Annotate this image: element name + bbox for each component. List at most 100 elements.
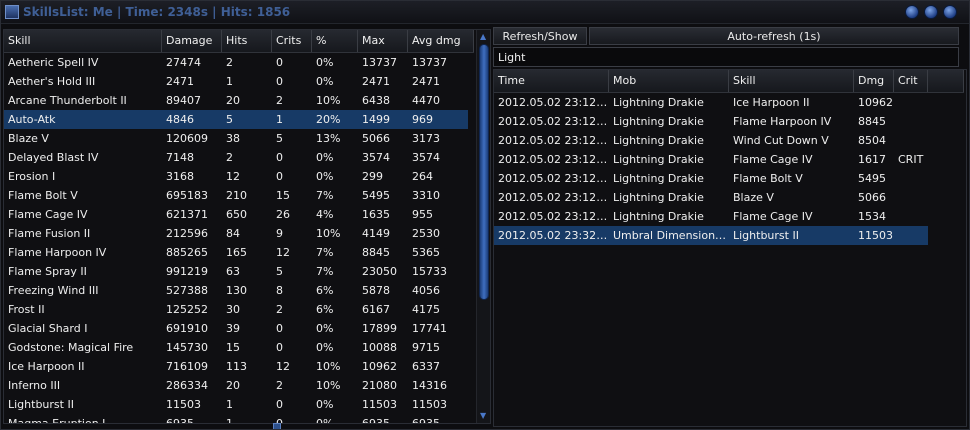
scroll-up-icon[interactable]: ▲: [480, 32, 486, 42]
log-panel: Refresh/Show All Auto-refresh (1s) TimeM…: [493, 27, 967, 427]
scrollbar-thumb[interactable]: [479, 44, 489, 300]
skill-row[interactable]: Flame Harpoon IV 885265 165 12 7% 8845 5365: [4, 243, 468, 262]
log-table-header: Time Mob Skill Dmg Crit: [494, 70, 964, 93]
title-bar[interactable]: SkillsList: Me | Time: 2348s | Hits: 185…: [1, 1, 969, 24]
skill-cell: 10962: [362, 360, 397, 373]
skill-cell: 716109: [166, 360, 208, 373]
log-cell: Blaze V: [733, 191, 774, 204]
skill-row[interactable]: Flame Spray II 991219 63 5 7% 23050 15733: [4, 262, 468, 281]
skill-cell: 0: [276, 398, 283, 411]
skill-row[interactable]: Lightburst II 11503 1 0 0% 11503 11503: [4, 395, 468, 414]
log-header-cell[interactable]: Time: [494, 70, 609, 92]
app-icon: [5, 5, 19, 19]
skills-header-cell[interactable]: Crits: [272, 30, 312, 52]
close-button[interactable]: [943, 5, 957, 19]
skill-cell: 2: [276, 94, 283, 107]
log-row[interactable]: 2012.05.02 23:12:07 Lightning Drakie Ice H…: [494, 93, 928, 112]
skill-row[interactable]: Delayed Blast IV 7148 2 0 0% 3574 3574: [4, 148, 468, 167]
skill-cell: 5878: [362, 284, 390, 297]
skill-cell: 4%: [316, 208, 334, 221]
maximize-button[interactable]: [924, 5, 938, 19]
skill-row[interactable]: Godstone: Magical Fire 145730 15 0 0% 10088 97…: [4, 338, 468, 357]
skill-row[interactable]: Aether's Hold III 2471 1 0 0% 2471 2471: [4, 72, 468, 91]
refresh-show-all-button[interactable]: Refresh/Show All: [493, 27, 587, 61]
skills-header-cell[interactable]: Hits: [222, 30, 272, 52]
skill-cell: 2471: [412, 75, 440, 88]
log-cell: Lightning Drakie: [613, 96, 704, 109]
skills-list-window: SkillsList: Me | Time: 2348s | Hits: 185…: [0, 0, 970, 430]
log-row[interactable]: 2012.05.02 23:12:09 Lightning Drakie Flame…: [494, 112, 928, 131]
log-cell: Flame Cage IV: [733, 153, 813, 166]
scroll-down-icon[interactable]: ▼: [480, 411, 486, 421]
skill-cell: Ice Harpoon II: [8, 360, 85, 373]
skill-row[interactable]: Blaze V 120609 38 5 13% 5066 3173: [4, 129, 468, 148]
log-cell: 2012.05.02 23:32:54: [498, 229, 609, 242]
skill-row[interactable]: Aetheric Spell IV 27474 2 0 0% 13737 13737: [4, 53, 468, 72]
skills-header-cell[interactable]: Damage: [162, 30, 222, 52]
skill-cell: Magma Eruption I: [8, 417, 106, 424]
log-header-cell[interactable]: Dmg: [854, 70, 894, 92]
log-row[interactable]: 2012.05.02 23:12:15 Lightning Drakie Flame…: [494, 169, 928, 188]
skills-header-cell[interactable]: Avg dmg: [408, 30, 474, 52]
resize-grip-icon[interactable]: [273, 423, 281, 429]
minimize-button[interactable]: [905, 5, 919, 19]
skill-cell: 8845: [362, 246, 390, 259]
log-cell: 2012.05.02 23:12:16: [498, 210, 609, 223]
skill-cell: 0%: [316, 341, 334, 354]
skills-header-cell[interactable]: Max: [358, 30, 408, 52]
skill-row[interactable]: Freezing Wind III 527388 130 8 6% 5878 4056: [4, 281, 468, 300]
skill-row[interactable]: Ice Harpoon II 716109 113 12 10% 10962 6337: [4, 357, 468, 376]
log-header-cell[interactable]: Crit: [894, 70, 928, 92]
skill-cell: 0%: [316, 151, 334, 164]
log-row[interactable]: 2012.05.02 23:32:54 Umbral Dimensional Vo…: [494, 226, 928, 245]
skill-cell: Flame Harpoon IV: [8, 246, 107, 259]
skill-cell: 2471: [166, 75, 194, 88]
skill-row[interactable]: Flame Fusion II 212596 84 9 10% 4149 2530: [4, 224, 468, 243]
skill-cell: 650: [226, 208, 247, 221]
skill-cell: 15: [226, 341, 240, 354]
skill-cell: 10%: [316, 94, 341, 107]
log-row[interactable]: 2012.05.02 23:12:16 Lightning Drakie Flame…: [494, 207, 928, 226]
log-header-cell[interactable]: Skill: [729, 70, 854, 92]
skill-cell: Flame Fusion II: [8, 227, 91, 240]
skill-row[interactable]: Flame Bolt V 695183 210 15 7% 5495 3310: [4, 186, 468, 205]
skill-cell: Inferno III: [8, 379, 61, 392]
log-row[interactable]: 2012.05.02 23:12:16 Lightning Drakie Blaze…: [494, 188, 928, 207]
skills-scrollbar[interactable]: ▲ ▼: [476, 30, 490, 423]
log-cell: [894, 226, 928, 245]
log-cell: Lightning Drakie: [613, 134, 704, 147]
log-cell: 2012.05.02 23:12:12: [498, 153, 609, 166]
skill-cell: 1499: [362, 113, 390, 126]
skill-cell: 5066: [362, 132, 390, 145]
skills-header-cell[interactable]: %: [312, 30, 358, 52]
skill-cell: 6438: [362, 94, 390, 107]
skill-cell: 10088: [362, 341, 397, 354]
log-cell: [894, 93, 928, 112]
skills-header-cell[interactable]: Skill: [4, 30, 162, 52]
skill-cell: 11503: [412, 398, 447, 411]
skill-cell: 0%: [316, 398, 334, 411]
skill-row[interactable]: Frost II 125252 30 2 6% 6167 4175: [4, 300, 468, 319]
filter-input[interactable]: [493, 47, 959, 67]
log-row[interactable]: 2012.05.02 23:12:11 Lightning Drakie Wind …: [494, 131, 928, 150]
log-header-cell[interactable]: [928, 70, 964, 92]
log-cell: Wind Cut Down V: [733, 134, 829, 147]
skill-row[interactable]: Flame Cage IV 621371 650 26 4% 1635 955: [4, 205, 468, 224]
skill-row[interactable]: Erosion I 3168 12 0 0% 299 264: [4, 167, 468, 186]
skill-cell: Aether's Hold III: [8, 75, 96, 88]
skill-cell: 21080: [362, 379, 397, 392]
skill-row[interactable]: Inferno III 286334 20 2 10% 21080 14316: [4, 376, 468, 395]
skill-row[interactable]: Arcane Thunderbolt II 89407 20 2 10% 6438 4470: [4, 91, 468, 110]
skill-row[interactable]: Auto-Atk 4846 5 1 20% 1499 969: [4, 110, 468, 129]
skill-cell: 991219: [166, 265, 208, 278]
skill-row[interactable]: Glacial Shard I 691910 39 0 0% 17899 17741: [4, 319, 468, 338]
log-cell: Lightning Drakie: [613, 172, 704, 185]
skill-row[interactable]: Magma Eruption I 6935 1 0 0% 6935 6935: [4, 414, 468, 424]
log-header-cell[interactable]: Mob: [609, 70, 729, 92]
auto-refresh-button[interactable]: Auto-refresh (1s): [589, 27, 959, 45]
skill-cell: 11503: [362, 398, 397, 411]
skill-cell: Aetheric Spell IV: [8, 56, 99, 69]
log-row[interactable]: 2012.05.02 23:12:12 Lightning Drakie Flame…: [494, 150, 928, 169]
skill-cell: 0: [276, 322, 283, 335]
log-cell: 2012.05.02 23:12:16: [498, 191, 609, 204]
